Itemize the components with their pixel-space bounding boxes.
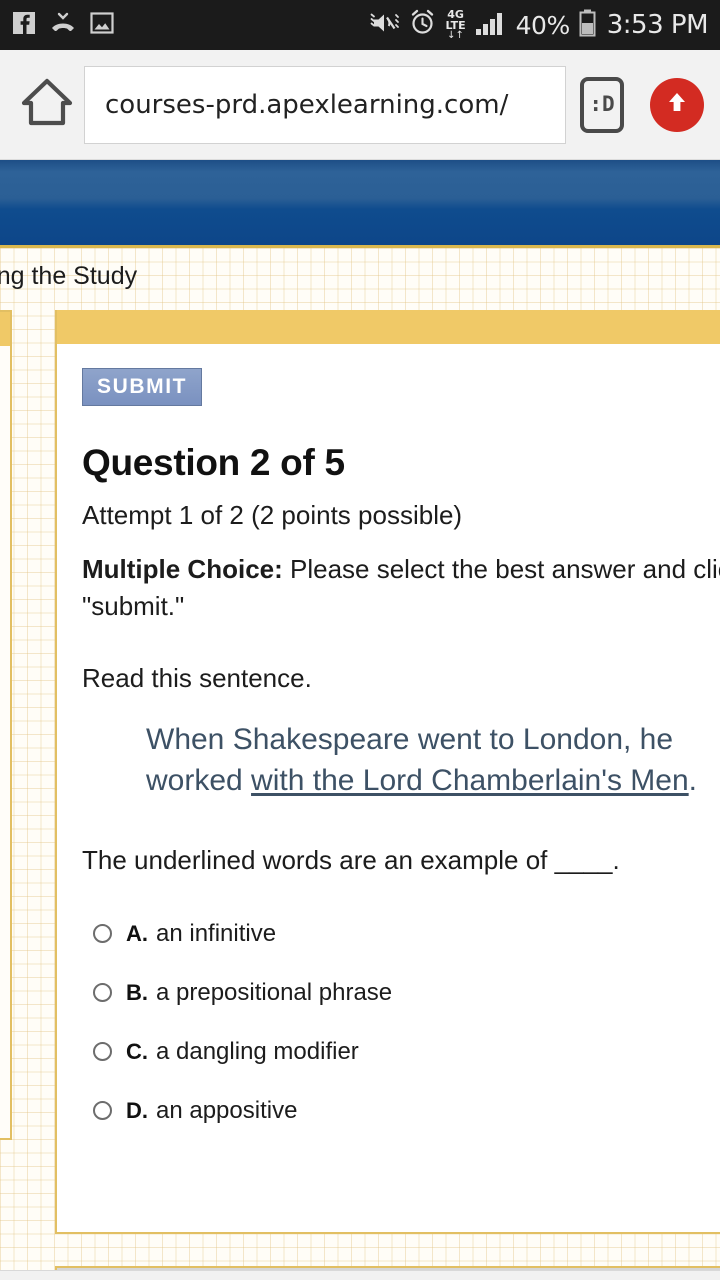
home-button[interactable] — [16, 74, 78, 136]
battery-percent-label: 40% — [515, 10, 571, 40]
question-card-body: SUBMIT Question 2 of 5 Attempt 1 of 2 (2… — [57, 344, 720, 1202]
grid-paper-background: standing the Study SUBMIT Question 2 of … — [0, 248, 720, 1280]
network-arrows: ↓↑ — [447, 30, 464, 41]
left-sidebar-panel — [0, 310, 12, 1140]
question-card: SUBMIT Question 2 of 5 Attempt 1 of 2 (2… — [55, 310, 720, 1234]
instruction-text: Multiple Choice: Please select the best … — [82, 551, 720, 625]
choice-letter-d: D. — [126, 1097, 148, 1123]
signal-bars-icon — [475, 10, 507, 41]
choice-letter-a: A. — [126, 920, 148, 946]
up-arrow-icon — [662, 87, 692, 122]
answer-choice-c[interactable]: C. a dangling modifier — [82, 1022, 720, 1081]
battery-icon — [579, 9, 596, 42]
breadcrumb: standing the Study — [0, 262, 138, 290]
status-clock: 3:53 PM — [606, 10, 709, 40]
question-prompt: The underlined words are an example of _… — [82, 845, 620, 876]
tab-count-button[interactable]: :D — [580, 76, 624, 133]
answer-choice-d[interactable]: D. an appositive — [82, 1081, 720, 1140]
sentence-underlined-words: with the Lord Chamberlain's Men — [251, 763, 689, 797]
choice-label-b: a prepositional phrase — [156, 978, 393, 1006]
url-text[interactable]: courses-prd.apexlearning.com/ — [105, 90, 508, 120]
choice-label-c: a dangling modifier — [156, 1037, 359, 1065]
browser-toolbar: courses-prd.apexlearning.com/ :D — [0, 50, 720, 160]
missed-call-icon — [50, 11, 76, 40]
site-header-bar — [0, 160, 720, 248]
radio-button-d[interactable] — [93, 1101, 112, 1121]
web-page-viewport: standing the Study SUBMIT Question 2 of … — [0, 160, 720, 1280]
radio-button-a[interactable] — [93, 924, 112, 944]
page-title: Question 2 of 5 — [82, 442, 345, 483]
network-type-indicator: 4G LTE ↓↑ — [445, 9, 465, 41]
question-card-header — [57, 310, 720, 344]
radio-button-b[interactable] — [93, 983, 112, 1003]
page-bottom-strip — [0, 1270, 720, 1280]
answer-choice-b[interactable]: B. a prepositional phrase — [82, 963, 720, 1022]
instruction-label: Multiple Choice: — [82, 554, 283, 584]
alarm-clock-icon — [409, 9, 436, 41]
choice-label-d: an appositive — [156, 1096, 298, 1124]
question-card-footer-gap — [57, 1202, 720, 1234]
choice-letter-b: B. — [126, 979, 148, 1005]
choice-label-a: an infinitive — [156, 919, 277, 947]
vibrate-mute-icon — [370, 10, 400, 41]
attempt-info: Attempt 1 of 2 (2 points possible) — [82, 500, 463, 530]
status-notification-icons — [12, 11, 114, 40]
android-status-bar: 4G LTE ↓↑ 40% 3:53 PM — [0, 0, 720, 50]
read-sentence-line: Read this sentence. — [82, 662, 312, 693]
radio-button-c[interactable] — [93, 1042, 112, 1062]
answer-choice-list: A. an infinitive B. a prepositional phra… — [82, 904, 720, 1140]
home-icon — [20, 77, 74, 132]
smiley-face-icon: :D — [589, 92, 615, 116]
facebook-icon — [12, 11, 36, 40]
sentence-suffix: . — [688, 763, 697, 797]
left-sidebar-panel-header — [0, 312, 10, 346]
choice-letter-c: C. — [126, 1038, 148, 1064]
scroll-to-top-button[interactable] — [650, 77, 704, 132]
answer-choice-a[interactable]: A. an infinitive — [82, 904, 720, 963]
screenshot-image-icon — [90, 11, 114, 40]
status-system-icons: 4G LTE ↓↑ 40% 3:53 PM — [370, 9, 709, 42]
url-bar[interactable]: courses-prd.apexlearning.com/ — [84, 65, 566, 144]
submit-button[interactable]: SUBMIT — [82, 368, 203, 406]
quoted-sentence: When Shakespeare went to London, he work… — [146, 720, 716, 802]
